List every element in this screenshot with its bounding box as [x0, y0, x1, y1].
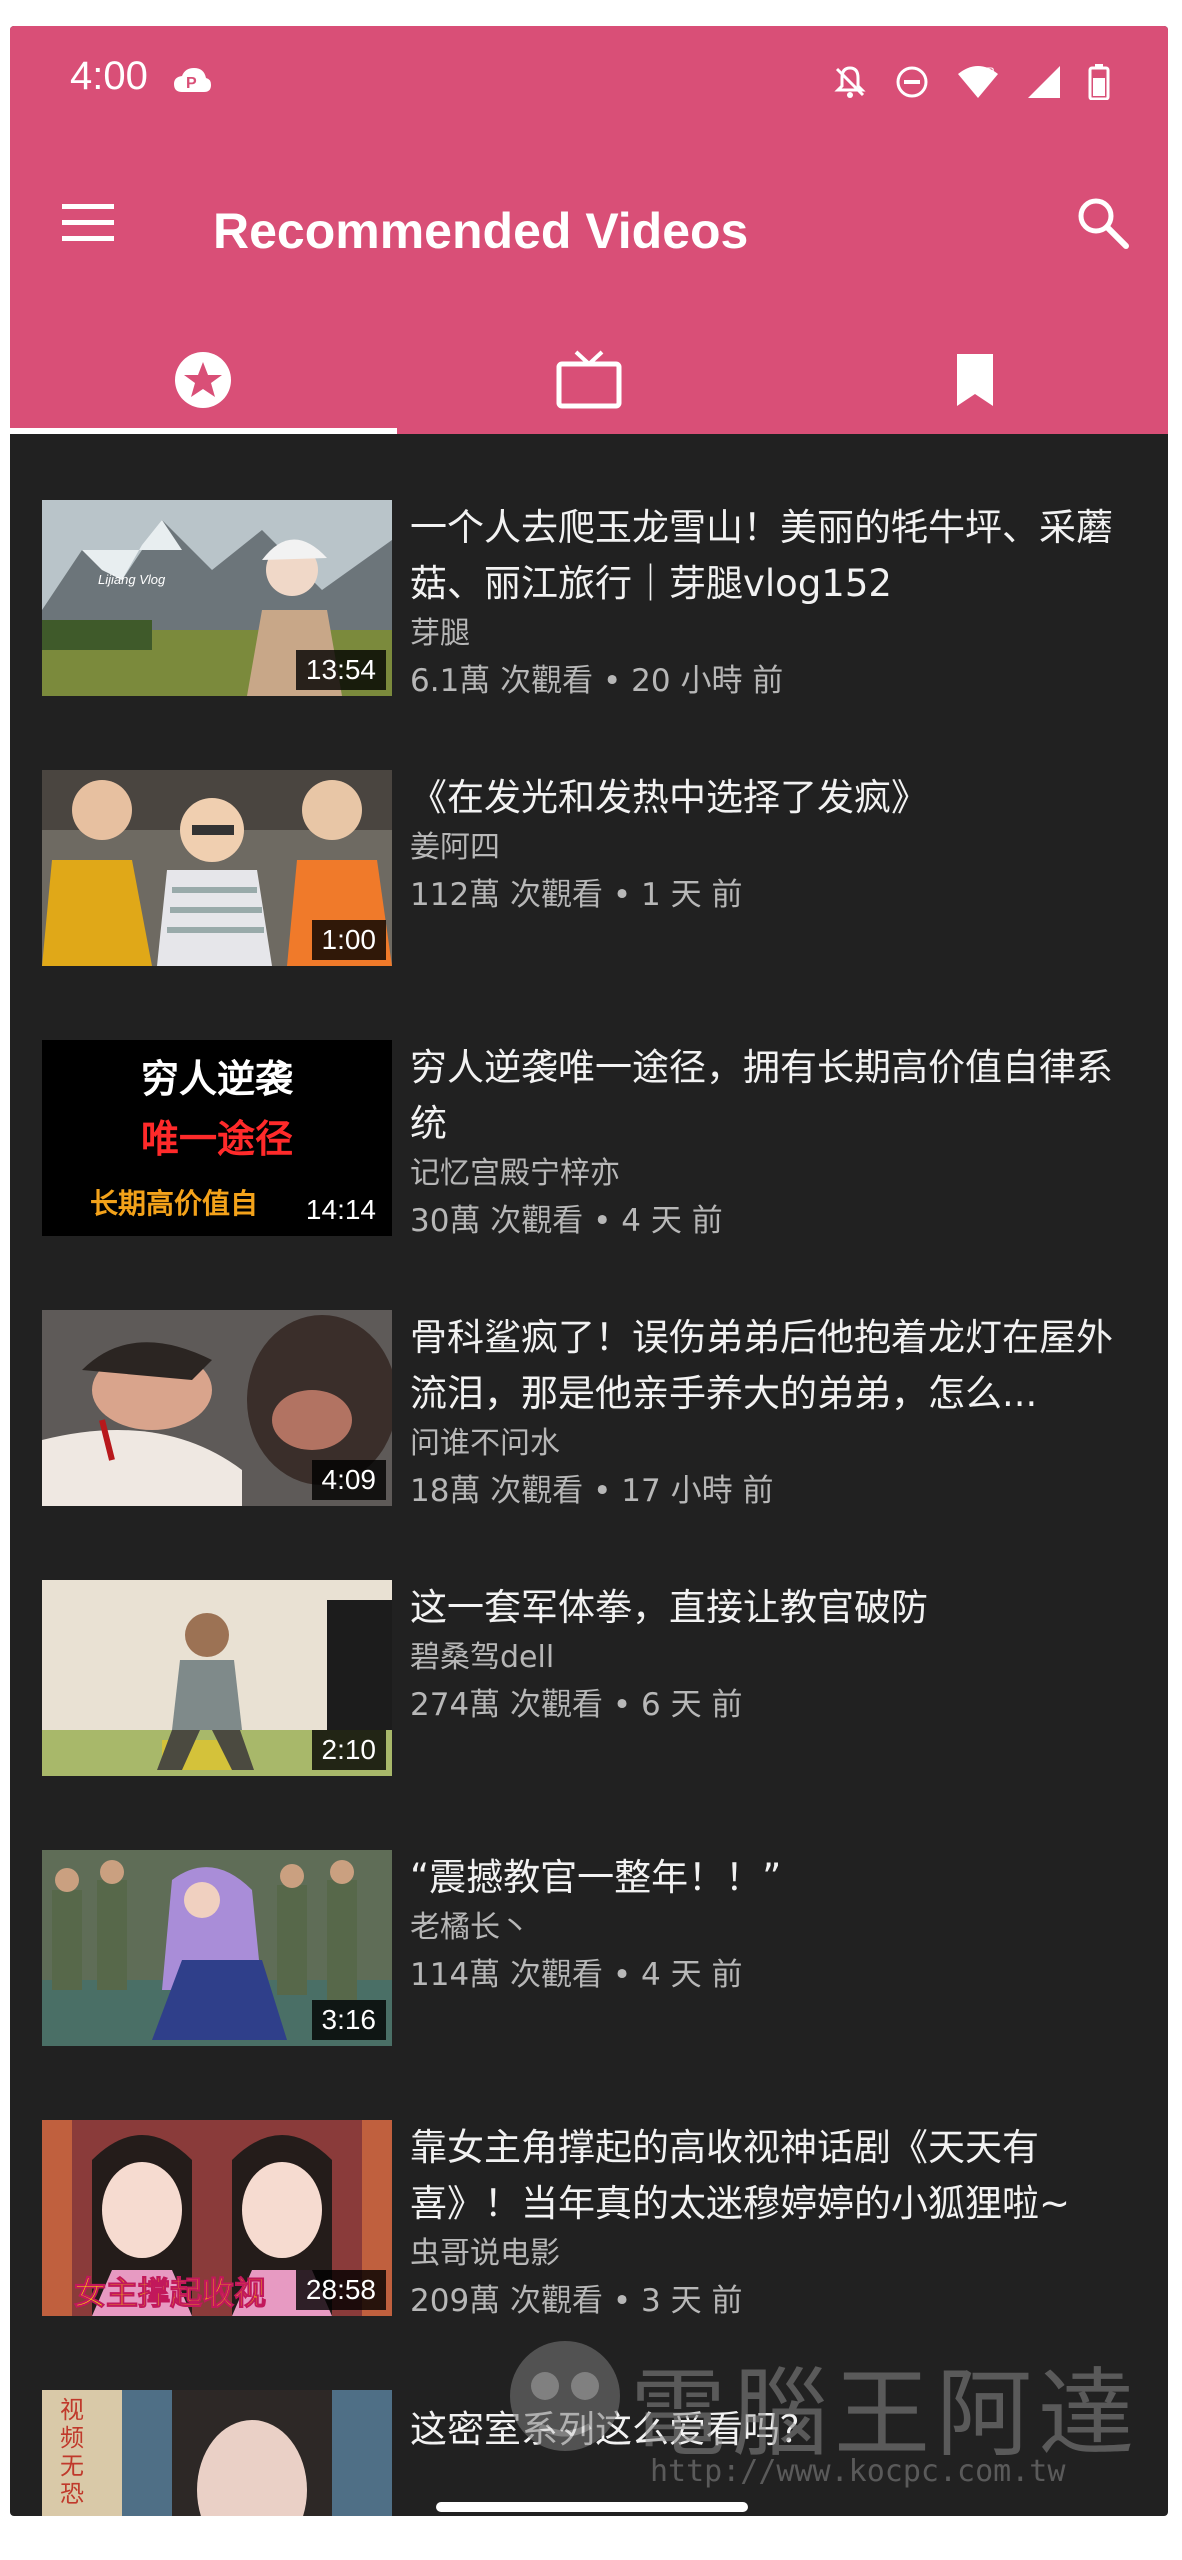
video-stats: 114萬 次觀看 • 4 天 前	[410, 1957, 743, 1993]
tv-icon	[556, 350, 622, 409]
channel-name[interactable]: 老橘长丶	[410, 1906, 1140, 1950]
do-not-disturb-icon	[894, 64, 930, 104]
hamburger-menu-icon	[62, 204, 114, 241]
video-duration: 1:00	[311, 920, 386, 960]
video-duration: 4:09	[311, 1460, 386, 1500]
channel-name[interactable]: 姜阿四	[410, 826, 1140, 870]
video-meta: 一个人去爬玉龙雪山！美丽的牦牛坪、采蘑菇、丽江旅行｜芽腿vlog152 芽腿 6…	[410, 500, 1140, 706]
video-meta: 这一套军体拳，直接让教官破防 碧桑驾dell 274萬 次觀看 • 6 天 前	[410, 1580, 1140, 1730]
video-stats: 30萬 次觀看 • 4 天 前	[410, 1203, 723, 1239]
search-icon	[1078, 198, 1129, 249]
tab-bookmarks[interactable]	[782, 326, 1168, 434]
status-time: 4:00	[70, 54, 148, 98]
app-bar: 4:00 P R Recommended Videos	[10, 26, 1168, 434]
video-thumbnail[interactable]: 1:00	[42, 770, 392, 966]
video-duration: 3:16	[311, 2000, 386, 2040]
star-icon	[175, 352, 231, 408]
video-thumbnail[interactable]: 4:09	[42, 1310, 392, 1506]
thumbnail-caption: 唯一途径	[140, 1117, 293, 1161]
thumbnail-caption: Lijiang Vlog	[98, 572, 166, 587]
video-thumbnail[interactable]: 2:10	[42, 1580, 392, 1776]
video-title[interactable]: 一个人去爬玉龙雪山！美丽的牦牛坪、采蘑菇、丽江旅行｜芽腿vlog152	[410, 500, 1140, 612]
video-stats: 112萬 次觀看 • 1 天 前	[410, 877, 743, 913]
thumbnail-image	[42, 2390, 392, 2516]
channel-name[interactable]: 问谁不问水	[410, 1422, 1140, 1466]
page-title: Recommended Videos	[213, 203, 749, 259]
video-thumbnail[interactable]: Lijiang Vlog 13:54	[42, 500, 392, 696]
tab-indicator	[10, 428, 397, 434]
app-screen: 4:00 P R Recommended Videos Lijiang Vlog…	[10, 26, 1168, 2516]
video-title[interactable]: 骨科鲨疯了！误伤弟弟后他抱着龙灯在屋外流泪，那是他亲手养大的弟弟，怎么...	[410, 1310, 1140, 1422]
signal-icon	[1026, 64, 1062, 104]
video-meta: 骨科鲨疯了！误伤弟弟后他抱着龙灯在屋外流泪，那是他亲手养大的弟弟，怎么... 问…	[410, 1310, 1140, 1516]
thumbnail-caption: 视频无恐	[60, 2396, 84, 2508]
video-thumbnail[interactable]: 3:16	[42, 1850, 392, 2046]
video-meta: 《在发光和发热中选择了发疯》 姜阿四 112萬 次觀看 • 1 天 前	[410, 770, 1140, 920]
mascot-logo	[510, 2341, 620, 2451]
video-item[interactable]: Lijiang Vlog 13:54 一个人去爬玉龙雪山！美丽的牦牛坪、采蘑菇、…	[10, 500, 1168, 710]
watermark: 電腦王阿達 http://www.kocpc.com.tw	[500, 2316, 1140, 2506]
channel-name[interactable]: 芽腿	[410, 612, 1140, 656]
video-duration: 2:10	[311, 1730, 386, 1770]
video-duration: 28:58	[295, 2270, 386, 2310]
menu-button[interactable]	[54, 192, 124, 252]
tab-tv[interactable]	[396, 326, 782, 434]
video-item[interactable]: 2:10 这一套军体拳，直接让教官破防 碧桑驾dell 274萬 次觀看 • 6…	[10, 1580, 1168, 1790]
video-title[interactable]: 穷人逆袭唯一途径，拥有长期高价值自律系统	[410, 1040, 1140, 1152]
video-thumbnail[interactable]: 女主撑起收视 28:58	[42, 2120, 392, 2316]
video-meta: 靠女主角撑起的高收视神话剧《天天有喜》！当年真的太迷穆婷婷的小狐狸啦~ 虫哥说电…	[410, 2120, 1140, 2326]
video-thumbnail[interactable]: 视频无恐	[42, 2390, 392, 2516]
channel-name[interactable]: 记忆宫殿宁梓亦	[410, 1152, 1140, 1196]
cloud-notification-icon: P	[172, 66, 212, 98]
status-icons: R	[832, 64, 1110, 104]
svg-text:P: P	[186, 75, 197, 92]
video-item[interactable]: 3:16 “震撼教官一整年！！” 老橘长丶 114萬 次觀看 • 4 天 前	[10, 1850, 1168, 2060]
wifi-icon: R	[956, 64, 1000, 104]
thumbnail-caption: 穷人逆袭	[140, 1057, 293, 1101]
video-item[interactable]: 1:00 《在发光和发热中选择了发疯》 姜阿四 112萬 次觀看 • 1 天 前	[10, 770, 1168, 980]
video-title[interactable]: 靠女主角撑起的高收视神话剧《天天有喜》！当年真的太迷穆婷婷的小狐狸啦~	[410, 2120, 1140, 2232]
video-item[interactable]: 穷人逆袭 唯一途径 长期高价值自 14:14 穷人逆袭唯一途径，拥有长期高价值自…	[10, 1040, 1168, 1250]
gesture-navigation-bar[interactable]	[436, 2502, 748, 2512]
tab-favorites[interactable]	[10, 326, 396, 434]
battery-icon	[1088, 64, 1110, 104]
search-button[interactable]	[1068, 188, 1138, 258]
status-bar: 4:00 P R	[10, 26, 1168, 136]
video-title[interactable]: 《在发光和发热中选择了发疯》	[410, 770, 1140, 826]
video-duration: 13:54	[295, 650, 386, 690]
channel-name[interactable]: 碧桑驾dell	[410, 1636, 1140, 1680]
bookmark-icon	[957, 354, 993, 406]
tab-bar	[10, 326, 1168, 434]
video-meta: 穷人逆袭唯一途径，拥有长期高价值自律系统 记忆宫殿宁梓亦 30萬 次觀看 • 4…	[410, 1040, 1140, 1246]
video-stats: 274萬 次觀看 • 6 天 前	[410, 1687, 743, 1723]
video-item[interactable]: 4:09 骨科鲨疯了！误伤弟弟后他抱着龙灯在屋外流泪，那是他亲手养大的弟弟，怎么…	[10, 1310, 1168, 1520]
notifications-off-icon	[832, 64, 868, 104]
video-item[interactable]: 女主撑起收视 28:58 靠女主角撑起的高收视神话剧《天天有喜》！当年真的太迷穆…	[10, 2120, 1168, 2330]
video-stats: 18萬 次觀看 • 17 小時 前	[410, 1473, 774, 1509]
toolbar: Recommended Videos	[10, 166, 1168, 286]
video-meta: “震撼教官一整年！！” 老橘长丶 114萬 次觀看 • 4 天 前	[410, 1850, 1140, 2000]
watermark-url: http://www.kocpc.com.tw	[650, 2454, 1066, 2489]
thumbnail-caption: 女主撑起收视	[73, 2274, 267, 2313]
video-stats: 6.1萬 次觀看 • 20 小時 前	[410, 663, 784, 699]
video-title[interactable]: “震撼教官一整年！！”	[410, 1850, 1140, 1906]
video-duration: 14:14	[295, 1190, 386, 1230]
svg-text:R: R	[986, 65, 995, 79]
video-title[interactable]: 这一套军体拳，直接让教官破防	[410, 1580, 1140, 1636]
video-thumbnail[interactable]: 穷人逆袭 唯一途径 长期高价值自 14:14	[42, 1040, 392, 1236]
thumbnail-caption: 长期高价值自	[90, 1187, 259, 1220]
channel-name[interactable]: 虫哥说电影	[410, 2232, 1140, 2276]
